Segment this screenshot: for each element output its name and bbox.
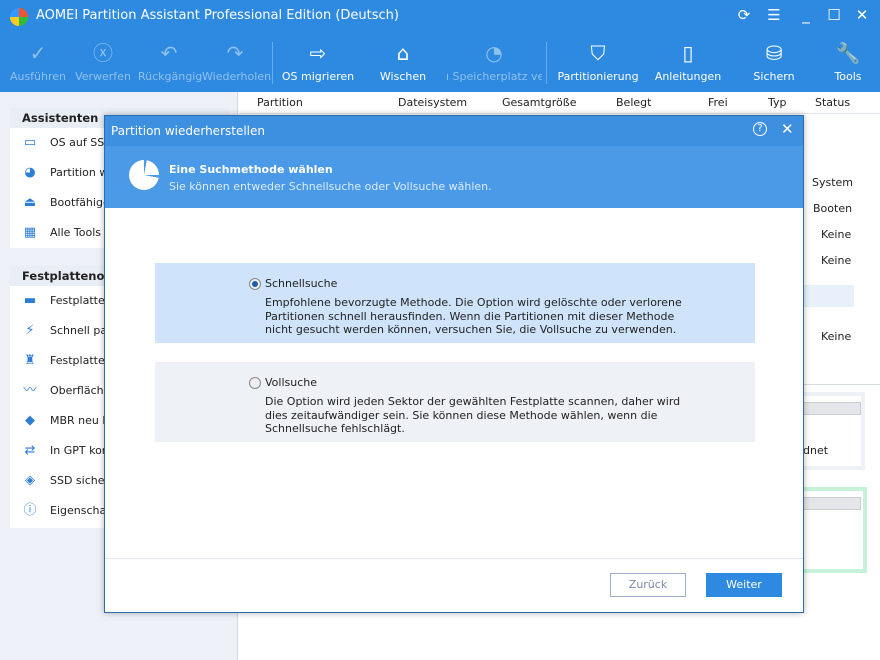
dialog-title: Partition wiederherstellen [111,124,265,138]
guides-label: Anleitungen [654,70,722,83]
option-description: Empfohlene bevorzugte Methode. Die Optio… [265,296,682,336]
next-button[interactable]: Weiter [706,573,782,597]
column-partition[interactable]: Partition [257,96,303,109]
column-used[interactable]: Belegt [616,96,651,109]
option-description: Die Option wird jeden Sektor der gewählt… [265,395,681,435]
refresh-icon[interactable]: ⟳ [734,6,754,24]
table-header: Partition Dateisystem Gesamtgröße Belegt… [239,92,880,114]
discard-button[interactable]: ⓧ Verwerfen [72,34,134,92]
minimize-button[interactable]: _ [796,6,816,24]
book-icon: ▯ [682,41,694,65]
partition-recovery-dialog: Partition wiederherstellen ? ✕ Eine Such… [104,115,804,613]
undo-label: Rückgängig [138,70,203,83]
full-search-option[interactable]: Vollsuche Die Option wird jeden Sektor d… [155,362,755,442]
column-status[interactable]: Status [815,96,850,109]
column-filesystem[interactable]: Dateisystem [398,96,467,109]
undo-button[interactable]: ↶ Rückgängig [138,34,203,92]
partitioning-button[interactable]: ⛉ Partitionierung [556,34,640,92]
allocate-space-label: ı Speicherplatz ver [446,70,542,83]
backup-label: Sichern [753,70,795,83]
toolbar-divider [272,42,273,84]
footer-divider [105,558,803,559]
status-cell: Keine [821,254,852,267]
full-search-radio[interactable] [249,377,261,389]
broom-icon: ♜ [24,353,36,368]
apply-button[interactable]: ✓ Ausführen [8,34,68,92]
allocate-space-icon: ◔ [485,41,503,65]
column-type[interactable]: Typ [768,96,787,109]
lightning-icon: ⚡ [25,323,35,338]
redo-icon: ↷ [226,41,244,65]
title-bar: AOMEI Partition Assistant Professional E… [0,0,880,34]
undo-icon: ↶ [160,41,178,65]
toolbar-divider [546,42,547,84]
migrate-os-button[interactable]: ⇨ OS migrieren [280,34,356,92]
ssd-icon: ▭ [23,135,37,150]
backup-icon: ⛁ [765,41,783,65]
status-cell: Keine [821,228,852,241]
disk-usage-bar [803,402,861,415]
help-icon[interactable]: ? [753,122,767,136]
surface-test-icon: 〰 [23,383,37,398]
discard-icon: ⓧ [93,41,113,65]
status-cell: System [812,176,854,189]
app-logo-icon [10,8,28,26]
clone-disk-icon: ▬ [23,293,37,308]
option-label: Schnellsuche [265,277,338,290]
wrench-icon: 🔧 [835,41,861,65]
sidebar-item-label: Oberfläche [50,384,111,397]
tools-label: Tools [834,70,862,83]
eraser-icon: ◈ [25,473,35,488]
migrate-os-label: OS migrieren [281,70,355,83]
dialog-subheading: Sie können entweder Schnellsuche oder Vo… [169,180,492,193]
partition-shield-icon: ⛉ [590,41,606,65]
close-button[interactable]: ✕ [852,6,872,24]
disk-usage-bar [803,497,861,510]
dialog-title-bar: Partition wiederherstellen ? ✕ [105,116,803,146]
pie-recovery-icon [129,160,159,190]
wipe-icon: ⌂ [396,41,410,65]
migrate-os-icon: ⇨ [309,41,327,65]
disk-label: dnet [803,444,829,457]
guides-button[interactable]: ▯ Anleitungen [652,34,724,92]
column-total-size[interactable]: Gesamtgröße [502,96,576,109]
option-label: Vollsuche [265,376,318,389]
info-icon: ⓘ [23,503,37,518]
window-title: AOMEI Partition Assistant Professional E… [36,8,399,23]
check-icon: ✓ [29,41,47,65]
convert-icon: ⇄ [24,443,36,458]
discard-label: Verwerfen [75,70,131,83]
dialog-header: Eine Suchmethode wählen Sie können entwe… [105,146,803,208]
status-cell: Keine [821,330,852,343]
partitioning-label: Partitionierung [557,70,639,83]
column-free[interactable]: Frei [708,96,728,109]
tools-button[interactable]: 🔧 Tools [822,34,874,92]
dialog-heading: Eine Suchmethode wählen [169,163,333,176]
menu-icon[interactable]: ☰ [764,6,784,24]
wipe-label: Wischen [379,70,427,83]
quick-search-radio[interactable] [249,278,261,290]
maximize-button[interactable]: ☐ [824,6,844,24]
backup-button[interactable]: ⛁ Sichern [744,34,804,92]
wipe-button[interactable]: ⌂ Wischen [370,34,436,92]
back-button[interactable]: Zurück [610,573,686,597]
selected-row[interactable] [799,285,854,307]
bootable-media-icon: ⏏ [23,195,37,210]
toolbar: ✓ Ausführen ⓧ Verwerfen ↶ Rückgängig ↷ Wiede… [0,34,880,92]
redo-label: Wiederholen [202,70,272,83]
grid-icon: ▦ [23,225,37,240]
sidebar-item-label: Alle Tools [50,226,101,239]
status-cell: Booten [813,202,853,215]
dialog-close-icon[interactable]: ✕ [781,120,794,138]
tag-icon: ◆ [25,413,35,428]
redo-button[interactable]: ↷ Wiederholen [202,34,272,92]
allocate-space-button[interactable]: ◔ ı Speicherplatz ver [446,34,542,92]
pie-recovery-icon: ◕ [24,165,36,180]
apply-label: Ausführen [9,70,67,83]
quick-search-option[interactable]: Schnellsuche Empfohlene bevorzugte Metho… [155,263,755,343]
